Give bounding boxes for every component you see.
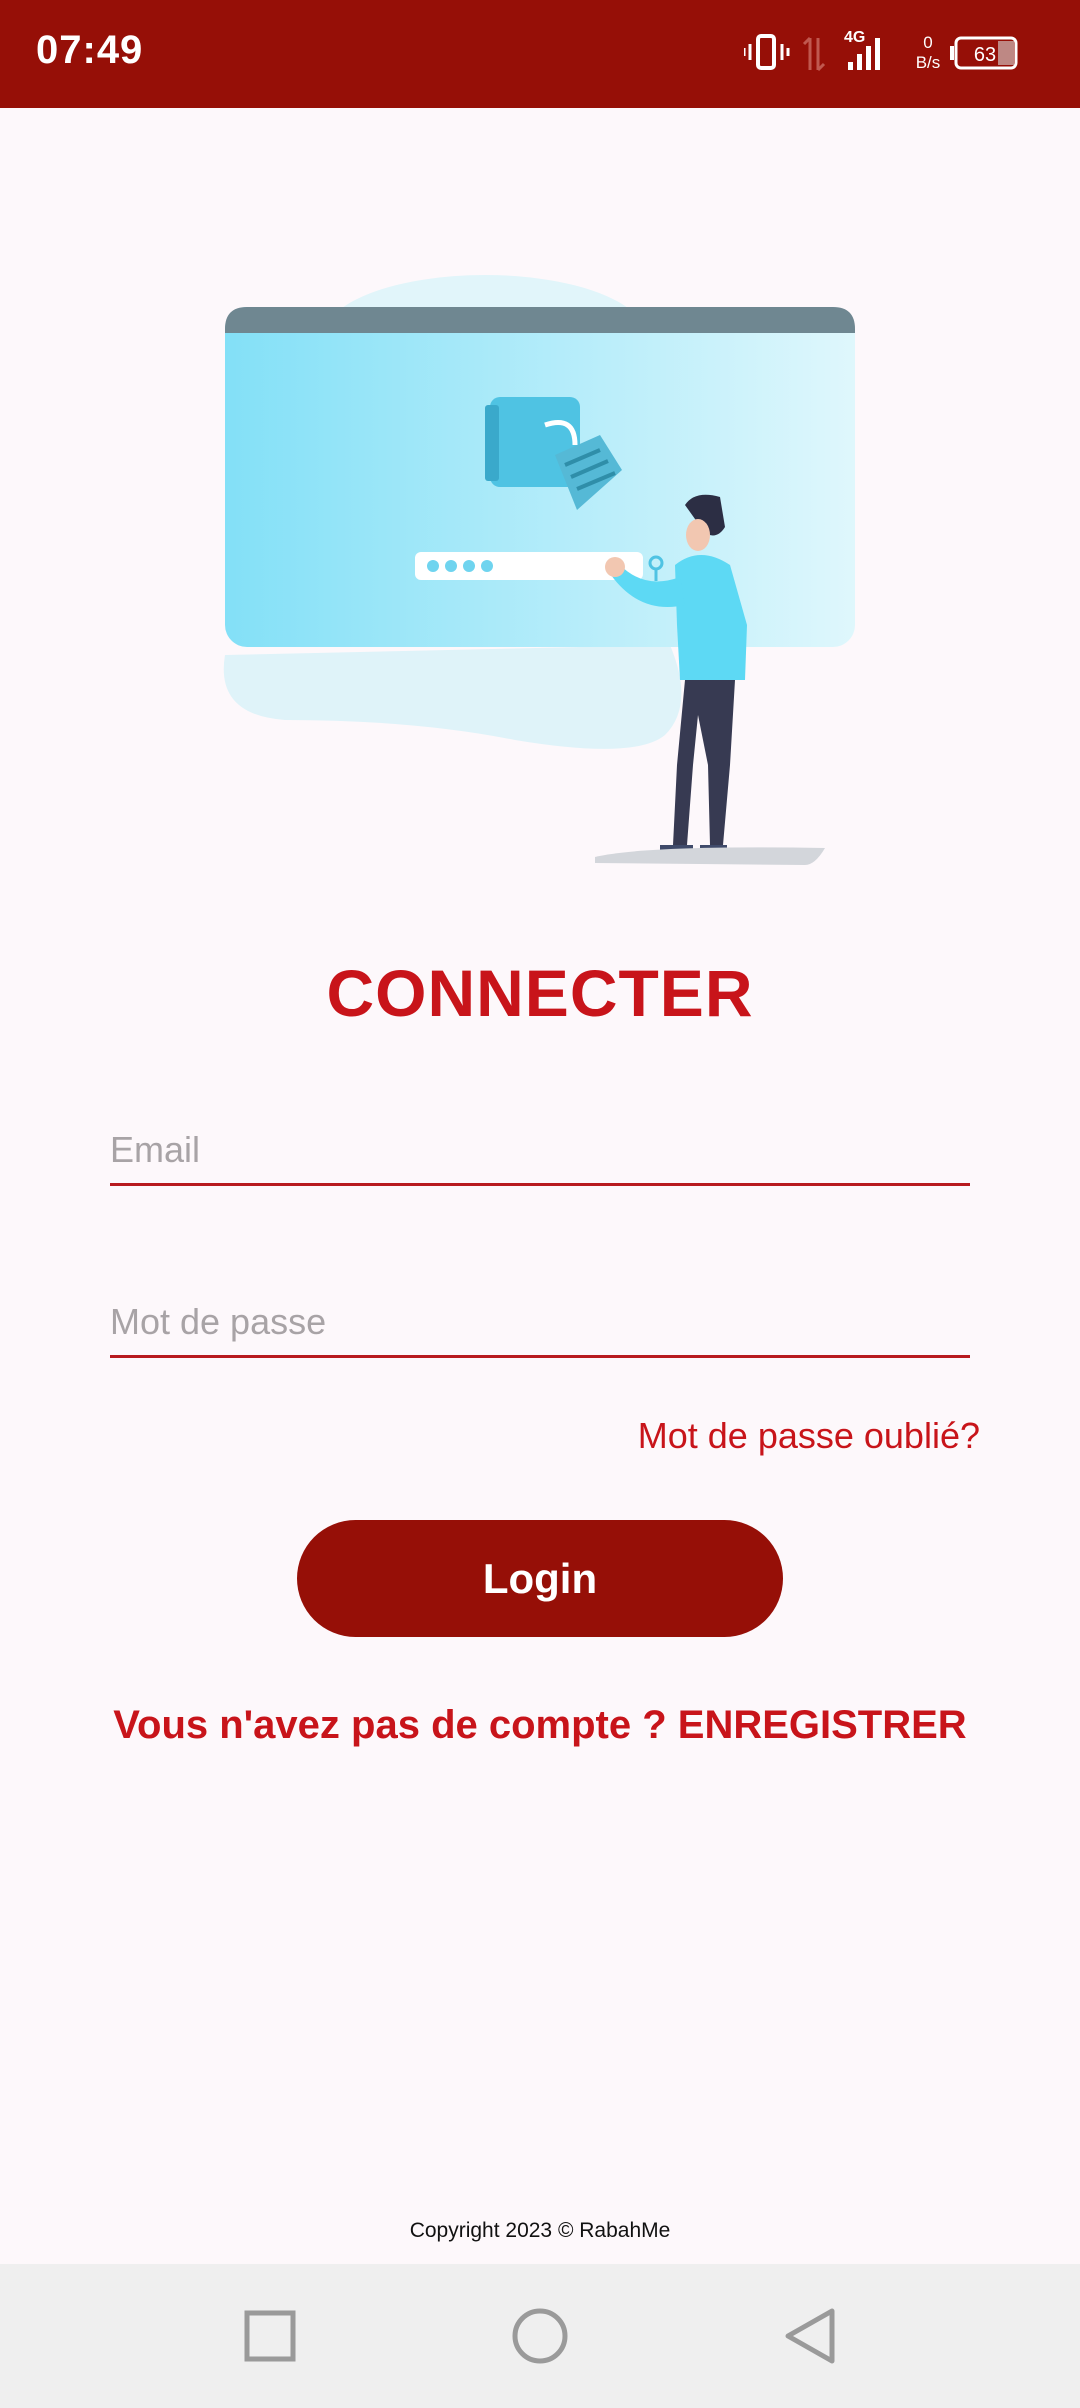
battery-icon: 63: [950, 36, 1018, 70]
copyright-text: Copyright 2023 © RabahMe: [409, 2219, 671, 2242]
login-screen: 07:49 4G 0 B/s 63 CONNECTER Email Mot de…: [0, 0, 1080, 2408]
svg-text:B/s: B/s: [916, 53, 941, 72]
svg-text:63: 63: [974, 44, 996, 66]
system-nav-bar: [0, 2264, 1080, 2408]
email-input[interactable]: [110, 1106, 970, 1183]
svg-text:4G: 4G: [844, 29, 865, 46]
register-link[interactable]: Vous n'avez pas de compte ? ENREGISTRER: [0, 1703, 1080, 1748]
data-arrows-icon: [802, 36, 826, 72]
net-speed: 0 B/s: [916, 33, 941, 72]
status-time: 07:49: [36, 28, 144, 72]
password-field: [110, 1278, 970, 1358]
page-title: CONNECTER: [326, 956, 754, 1030]
back-triangle-icon[interactable]: [780, 2306, 840, 2366]
status-bar: 07:49 4G 0 B/s 63: [0, 0, 1080, 108]
svg-text:0: 0: [923, 33, 932, 52]
signal-4g-icon: 4G: [844, 29, 880, 70]
forgot-password-link[interactable]: Mot de passe oublié?: [638, 1415, 980, 1457]
recents-square-icon[interactable]: [240, 2306, 300, 2366]
status-icons: 4G 0 B/s 63: [744, 24, 1044, 84]
login-button[interactable]: Login: [297, 1520, 783, 1637]
login-illustration: [215, 265, 865, 875]
vibrate-icon: [744, 34, 790, 70]
home-circle-icon[interactable]: [510, 2306, 570, 2366]
password-input[interactable]: [110, 1278, 970, 1355]
email-field: [110, 1106, 970, 1186]
